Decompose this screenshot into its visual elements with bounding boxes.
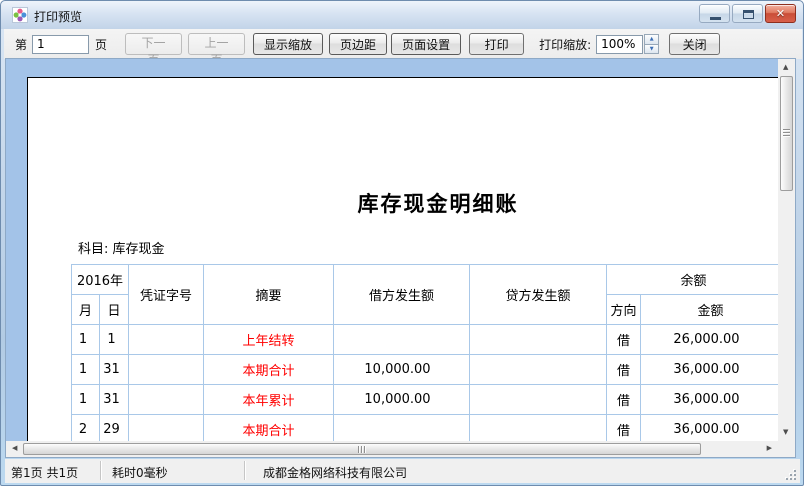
summary-cell: 本年累计 xyxy=(204,385,334,415)
month-cell: 2 xyxy=(72,415,100,442)
close-button[interactable]: ✕ xyxy=(765,4,796,23)
status-elapsed: 耗时0毫秒 xyxy=(112,464,168,481)
horizontal-scrollbar[interactable]: ◀ ▶ xyxy=(6,441,778,457)
direction-cell: 借 xyxy=(607,415,641,442)
ledger-row: 1 31 本期合计 10,000.00 借 36,000.00 xyxy=(72,355,779,385)
scroll-left-icon[interactable]: ◀ xyxy=(12,445,17,452)
summary-cell: 本期合计 xyxy=(204,355,334,385)
voucher-cell xyxy=(129,415,204,442)
day-cell: 31 xyxy=(100,355,129,385)
day-cell: 1 xyxy=(100,325,129,355)
page-number-input[interactable] xyxy=(32,35,89,54)
horizontal-scroll-thumb[interactable] xyxy=(23,443,701,455)
debit-cell: 10,000.00 xyxy=(334,385,470,415)
amount-cell: 26,000.00 xyxy=(641,325,779,355)
direction-header: 方向 xyxy=(607,295,641,325)
preview-viewport: 库存现金明细账 科目: 库存现金 2016年 凭证字号 摘要 借方发生额 贷方发… xyxy=(6,59,778,441)
ledger-row: 1 1 上年结转 借 26,000.00 xyxy=(72,325,779,355)
day-cell: 29 xyxy=(100,415,129,442)
header-row-1: 2016年 凭证字号 摘要 借方发生额 贷方发生额 余额 xyxy=(72,265,779,295)
minimize-icon xyxy=(710,17,721,20)
margins-button[interactable]: 页边距 xyxy=(329,33,387,55)
month-cell: 1 xyxy=(72,325,100,355)
credit-cell xyxy=(470,355,607,385)
month-header: 月 xyxy=(72,295,100,325)
maximize-button[interactable] xyxy=(732,4,763,23)
print-zoom-input[interactable] xyxy=(596,35,643,54)
maximize-icon xyxy=(743,10,754,19)
vertical-scroll-thumb[interactable] xyxy=(780,76,793,191)
next-page-button[interactable]: 下一页 xyxy=(125,33,182,55)
print-button[interactable]: 打印 xyxy=(469,33,524,55)
statusbar: 第1页 共1页 耗时0毫秒 成都金格网络科技有限公司 xyxy=(5,459,800,483)
preview-shell: 库存现金明细账 科目: 库存现金 2016年 凭证字号 摘要 借方发生额 贷方发… xyxy=(5,58,796,458)
page-setup-button[interactable]: 页面设置 xyxy=(391,33,461,55)
ledger-row: 1 31 本年累计 10,000.00 借 36,000.00 xyxy=(72,385,779,415)
prev-page-button[interactable]: 上一页 xyxy=(188,33,245,55)
debit-header: 借方发生额 xyxy=(334,265,470,325)
report-page: 库存现金明细账 科目: 库存现金 2016年 凭证字号 摘要 借方发生额 贷方发… xyxy=(27,77,778,441)
voucher-header: 凭证字号 xyxy=(129,265,204,325)
ledger-row: 2 29 本期合计 借 36,000.00 xyxy=(72,415,779,442)
day-header: 日 xyxy=(100,295,129,325)
print-preview-window: 打印预览 ✕ 第 页 下一页 上一页 显示缩放 页边距 页面设置 打印 打印缩放… xyxy=(0,0,804,486)
direction-cell: 借 xyxy=(607,325,641,355)
spinner-up-icon[interactable]: ▲ xyxy=(644,34,659,45)
credit-cell xyxy=(470,325,607,355)
amount-header: 金额 xyxy=(641,295,779,325)
status-company: 成都金格网络科技有限公司 xyxy=(263,464,407,481)
close-icon: ✕ xyxy=(766,7,795,20)
summary-cell: 本期合计 xyxy=(204,415,334,442)
vertical-scrollbar[interactable]: ▲ ▼ xyxy=(778,59,795,441)
subject-line: 科目: 库存现金 xyxy=(78,238,165,257)
debit-cell: 10,000.00 xyxy=(334,355,470,385)
amount-cell: 36,000.00 xyxy=(641,385,779,415)
month-cell: 1 xyxy=(72,355,100,385)
close-preview-button[interactable]: 关闭 xyxy=(669,33,720,55)
scroll-grip xyxy=(783,129,790,137)
page-suffix-label: 页 xyxy=(95,36,107,53)
print-zoom-spinner: ▲ ▼ xyxy=(644,34,659,54)
scroll-down-icon[interactable]: ▼ xyxy=(783,429,788,436)
print-zoom-label: 打印缩放: xyxy=(539,36,591,53)
resize-grip-icon[interactable] xyxy=(784,468,796,480)
direction-cell: 借 xyxy=(607,385,641,415)
page-prefix-label: 第 xyxy=(15,36,27,53)
toolbar: 第 页 下一页 上一页 显示缩放 页边距 页面设置 打印 打印缩放: ▲ ▼ 关… xyxy=(4,29,802,59)
status-page-info: 第1页 共1页 xyxy=(11,464,78,481)
app-icon xyxy=(12,7,28,23)
debit-cell xyxy=(334,325,470,355)
scrollbar-corner xyxy=(778,441,795,457)
scroll-right-icon[interactable]: ▶ xyxy=(767,445,772,452)
status-divider xyxy=(100,461,101,480)
credit-cell xyxy=(470,385,607,415)
credit-cell xyxy=(470,415,607,442)
show-zoom-button[interactable]: 显示缩放 xyxy=(253,33,323,55)
voucher-cell xyxy=(129,325,204,355)
status-divider xyxy=(244,461,245,480)
summary-cell: 上年结转 xyxy=(204,325,334,355)
year-header: 2016年 xyxy=(72,265,129,295)
ledger-table: 2016年 凭证字号 摘要 借方发生额 贷方发生额 余额 月 日 方向 金额 xyxy=(71,264,778,441)
day-cell: 31 xyxy=(100,385,129,415)
window-title: 打印预览 xyxy=(34,8,82,25)
amount-cell: 36,000.00 xyxy=(641,415,779,442)
voucher-cell xyxy=(129,385,204,415)
scroll-grip xyxy=(358,446,366,453)
voucher-cell xyxy=(129,355,204,385)
minimize-button[interactable] xyxy=(699,4,730,23)
summary-header: 摘要 xyxy=(204,265,334,325)
report-title: 库存现金明细账 xyxy=(28,188,778,218)
titlebar: 打印预览 ✕ xyxy=(1,1,803,29)
direction-cell: 借 xyxy=(607,355,641,385)
debit-cell xyxy=(334,415,470,442)
scroll-up-icon[interactable]: ▲ xyxy=(783,64,788,71)
credit-header: 贷方发生额 xyxy=(470,265,607,325)
amount-cell: 36,000.00 xyxy=(641,355,779,385)
balance-header: 余额 xyxy=(607,265,779,295)
window-controls: ✕ xyxy=(699,4,796,23)
month-cell: 1 xyxy=(72,385,100,415)
spinner-down-icon[interactable]: ▼ xyxy=(644,45,659,55)
